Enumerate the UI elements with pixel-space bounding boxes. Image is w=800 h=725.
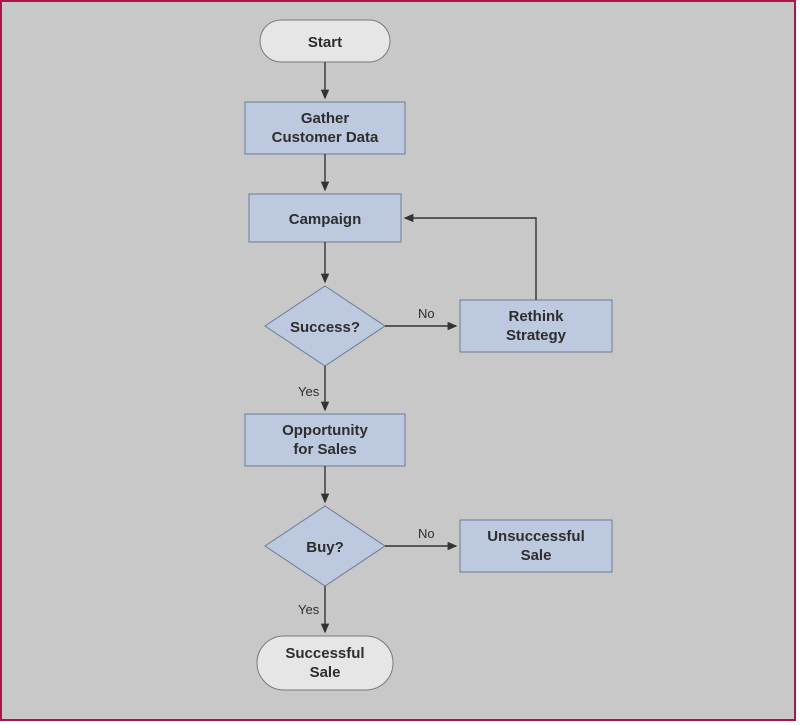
flowchart-frame: Start Gather Customer Data Campaign Succ… [0,0,796,721]
node-unsuccessful-l2: Sale [521,547,552,564]
node-buy-label: Buy? [306,539,344,556]
node-success-label: Success? [290,319,360,336]
node-gather-l1: Gather [301,110,350,127]
node-opportunity-l2: for Sales [293,441,356,458]
node-successful-l2: Sale [310,664,341,681]
label-success-no: No [418,306,435,321]
node-opportunity-l1: Opportunity [282,422,368,439]
node-start-label: Start [308,34,342,51]
label-buy-no: No [418,526,435,541]
edge-rethink-campaign [405,218,536,300]
node-successful-l1: Successful [285,645,364,662]
node-campaign-label: Campaign [289,211,362,228]
label-buy-yes: Yes [298,602,320,617]
node-rethink-l1: Rethink [508,308,564,325]
node-gather-l2: Customer Data [272,129,379,146]
flowchart-svg: Start Gather Customer Data Campaign Succ… [2,2,794,719]
label-success-yes: Yes [298,384,320,399]
node-unsuccessful-l1: Unsuccessful [487,528,585,545]
node-rethink-l2: Strategy [506,327,567,344]
